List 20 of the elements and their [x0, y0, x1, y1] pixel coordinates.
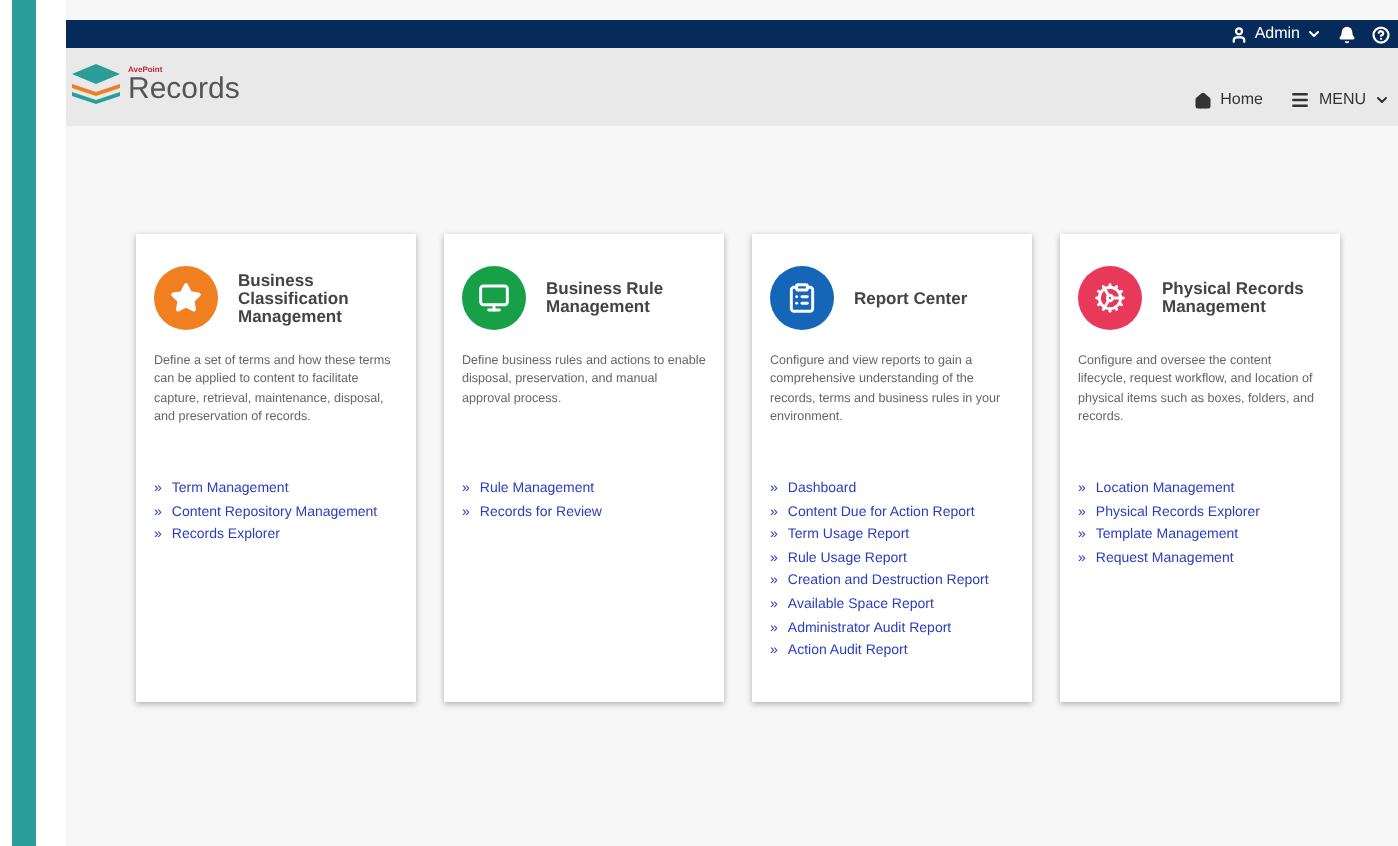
- help-icon[interactable]: [1372, 25, 1390, 43]
- home-link[interactable]: Home: [1194, 88, 1263, 112]
- card-title: Business Classification Management: [238, 271, 351, 325]
- card-title: Business Rule Management: [546, 280, 666, 316]
- card-title: Physical Records Management: [1162, 280, 1306, 316]
- chevron-icon: [1374, 92, 1390, 108]
- menu-button[interactable]: MENU: [1290, 88, 1390, 112]
- chevron-icon: [1306, 26, 1322, 42]
- product-name: Records: [128, 73, 240, 103]
- bell-icon[interactable]: [1338, 25, 1356, 43]
- gear-icon: [1094, 282, 1126, 314]
- user-menu[interactable]: Admin: [1230, 22, 1322, 46]
- star-icon: [170, 282, 202, 314]
- clipboard-icon: [786, 282, 818, 314]
- monitor-icon: [478, 282, 510, 314]
- home-icon: [1194, 91, 1213, 109]
- stack-logo-icon: [70, 64, 122, 104]
- card-title: Report Center: [854, 289, 968, 307]
- menu-icon: [1290, 90, 1311, 110]
- user-icon: [1230, 25, 1249, 43]
